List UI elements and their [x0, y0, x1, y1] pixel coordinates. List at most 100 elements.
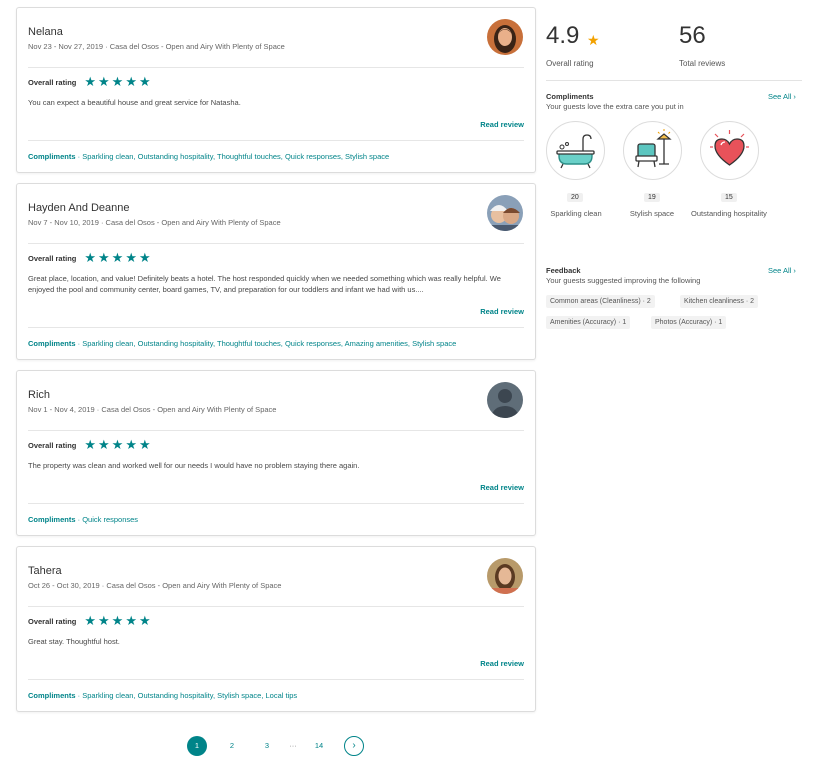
feedback-see-all-link[interactable]: See All ›	[768, 266, 796, 275]
rating-label: Overall rating	[28, 616, 77, 626]
star-icon: ★	[84, 250, 97, 265]
review-card: Nelana Nov 23 - Nov 27, 2019 · Casa del …	[16, 7, 536, 173]
overall-rating: Overall rating ★ ★ ★ ★ ★	[28, 613, 151, 628]
divider	[28, 503, 524, 504]
page-3-button[interactable]: 3	[257, 736, 277, 756]
review-text: You can expect a beautiful house and gre…	[28, 98, 241, 107]
page-2-button[interactable]: 2	[222, 736, 242, 756]
compliments-see-all-link[interactable]: See All ›	[768, 92, 796, 101]
star-icon: ★	[111, 437, 124, 452]
star-icon: ★	[138, 437, 151, 452]
pagination-ellipsis: ···	[289, 741, 297, 750]
badge-count: 15	[721, 193, 737, 202]
stay-dates: Nov 7 - Nov 10, 2019 · Casa del Osos - O…	[28, 218, 281, 227]
star-icon: ★	[84, 74, 97, 89]
star-rating: ★ ★ ★ ★ ★	[84, 437, 151, 452]
star-icon: ★	[98, 437, 110, 452]
star-icon: ★	[98, 250, 110, 265]
compliments-list: · Sparkling clean, Outstanding hospitali…	[77, 339, 457, 348]
compliments-label: Compliments	[28, 339, 76, 348]
divider	[28, 679, 524, 680]
star-icon: ★	[587, 32, 600, 48]
star-icon: ★	[98, 613, 110, 628]
star-icon: ★	[111, 250, 124, 265]
review-text: The property was clean and worked well f…	[28, 461, 360, 470]
divider	[28, 327, 524, 328]
feedback-chip[interactable]: Common areas (Cleanliness) · 2	[546, 295, 655, 308]
avatar[interactable]	[487, 558, 523, 594]
feedback-chip[interactable]: Photos (Accuracy) · 1	[651, 316, 727, 329]
read-review-link[interactable]: Read review	[480, 659, 524, 668]
compliments-line: Compliments · Sparkling clean, Outstandi…	[28, 691, 297, 700]
compliments-line: Compliments · Sparkling clean, Outstandi…	[28, 152, 389, 161]
bathtub-icon	[546, 121, 605, 180]
read-review-link[interactable]: Read review	[480, 483, 524, 492]
review-text: Great place, location, and value! Defini…	[28, 274, 501, 294]
avatar[interactable]	[487, 382, 523, 418]
star-icon: ★	[84, 437, 97, 452]
page-1-button[interactable]: 1	[187, 736, 207, 756]
overall-rating: Overall rating ★ ★ ★ ★ ★	[28, 437, 151, 452]
compliments-title: Compliments	[546, 92, 594, 101]
star-icon: ★	[111, 613, 124, 628]
compliments-line: Compliments · Quick responses	[28, 515, 138, 524]
compliments-label: Compliments	[28, 515, 76, 524]
read-review-link[interactable]: Read review	[480, 307, 524, 316]
badge-count: 20	[567, 193, 583, 202]
divider	[546, 80, 802, 81]
heart-icon	[700, 121, 759, 180]
divider	[28, 140, 524, 141]
review-header: Tahera Oct 26 - Oct 30, 2019 · Casa del …	[28, 565, 281, 590]
review-card: Hayden And Deanne Nov 7 - Nov 10, 2019 ·…	[16, 183, 536, 360]
stay-dates: Oct 26 - Oct 30, 2019 · Casa del Osos - …	[28, 581, 282, 590]
feedback-title: Feedback	[546, 266, 581, 275]
stay-dates: Nov 23 - Nov 27, 2019 · Casa del Osos - …	[28, 42, 285, 51]
total-reviews-label: Total reviews	[679, 59, 726, 68]
avatar[interactable]	[487, 195, 523, 231]
compliments-label: Compliments	[28, 691, 76, 700]
review-header: Rich Nov 1 - Nov 4, 2019 · Casa del Osos…	[28, 389, 276, 414]
star-icon: ★	[125, 613, 137, 628]
badge-count: 19	[644, 193, 660, 202]
review-header: Hayden And Deanne Nov 7 - Nov 10, 2019 ·…	[28, 202, 281, 227]
page-14-button[interactable]: 14	[309, 736, 329, 756]
feedback-chip[interactable]: Kitchen cleanliness · 2	[680, 295, 759, 308]
rating-label: Overall rating	[28, 77, 77, 87]
star-icon: ★	[125, 250, 137, 265]
badge-label: Sparkling clean	[550, 209, 602, 218]
total-reviews-value: 56	[679, 22, 706, 49]
overall-rating-label: Overall rating	[546, 59, 594, 68]
reviewer-name: Tahera	[28, 565, 62, 577]
reviewer-name: Hayden And Deanne	[28, 202, 130, 214]
badge-label: Outstanding hospitality	[691, 209, 767, 218]
read-review-link[interactable]: Read review	[480, 120, 524, 129]
reviewer-name: Nelana	[28, 26, 63, 38]
review-card: Tahera Oct 26 - Oct 30, 2019 · Casa del …	[16, 546, 536, 712]
avatar[interactable]	[487, 19, 523, 55]
compliments-list: · Sparkling clean, Outstanding hospitali…	[77, 691, 298, 700]
star-icon: ★	[98, 74, 110, 89]
feedback-chip[interactable]: Amenities (Accuracy) · 1	[546, 316, 631, 329]
star-icon: ★	[138, 250, 151, 265]
compliments-line: Compliments · Sparkling clean, Outstandi…	[28, 339, 456, 348]
star-icon: ★	[125, 437, 137, 452]
lamp-chair-icon	[623, 121, 682, 180]
divider	[28, 606, 524, 607]
review-header: Nelana Nov 23 - Nov 27, 2019 · Casa del …	[28, 26, 285, 51]
rating-label: Overall rating	[28, 253, 77, 263]
overall-rating-value: 4.9	[546, 22, 580, 49]
next-page-button[interactable]: ›	[344, 736, 364, 756]
divider	[28, 67, 524, 68]
overall-rating: Overall rating ★ ★ ★ ★ ★	[28, 250, 151, 265]
divider	[28, 243, 524, 244]
review-text: Great stay. Thoughtful host.	[28, 637, 120, 646]
star-icon: ★	[111, 74, 124, 89]
review-card: Rich Nov 1 - Nov 4, 2019 · Casa del Osos…	[16, 370, 536, 536]
star-icon: ★	[84, 613, 97, 628]
compliments-label: Compliments	[28, 152, 76, 161]
star-icon: ★	[125, 74, 137, 89]
compliments-list: · Sparkling clean, Outstanding hospitali…	[77, 152, 390, 161]
feedback-subtitle: Your guests suggested improving the foll…	[546, 276, 701, 285]
star-rating: ★ ★ ★ ★ ★	[84, 250, 151, 265]
stay-dates: Nov 1 - Nov 4, 2019 · Casa del Osos - Op…	[28, 405, 277, 414]
